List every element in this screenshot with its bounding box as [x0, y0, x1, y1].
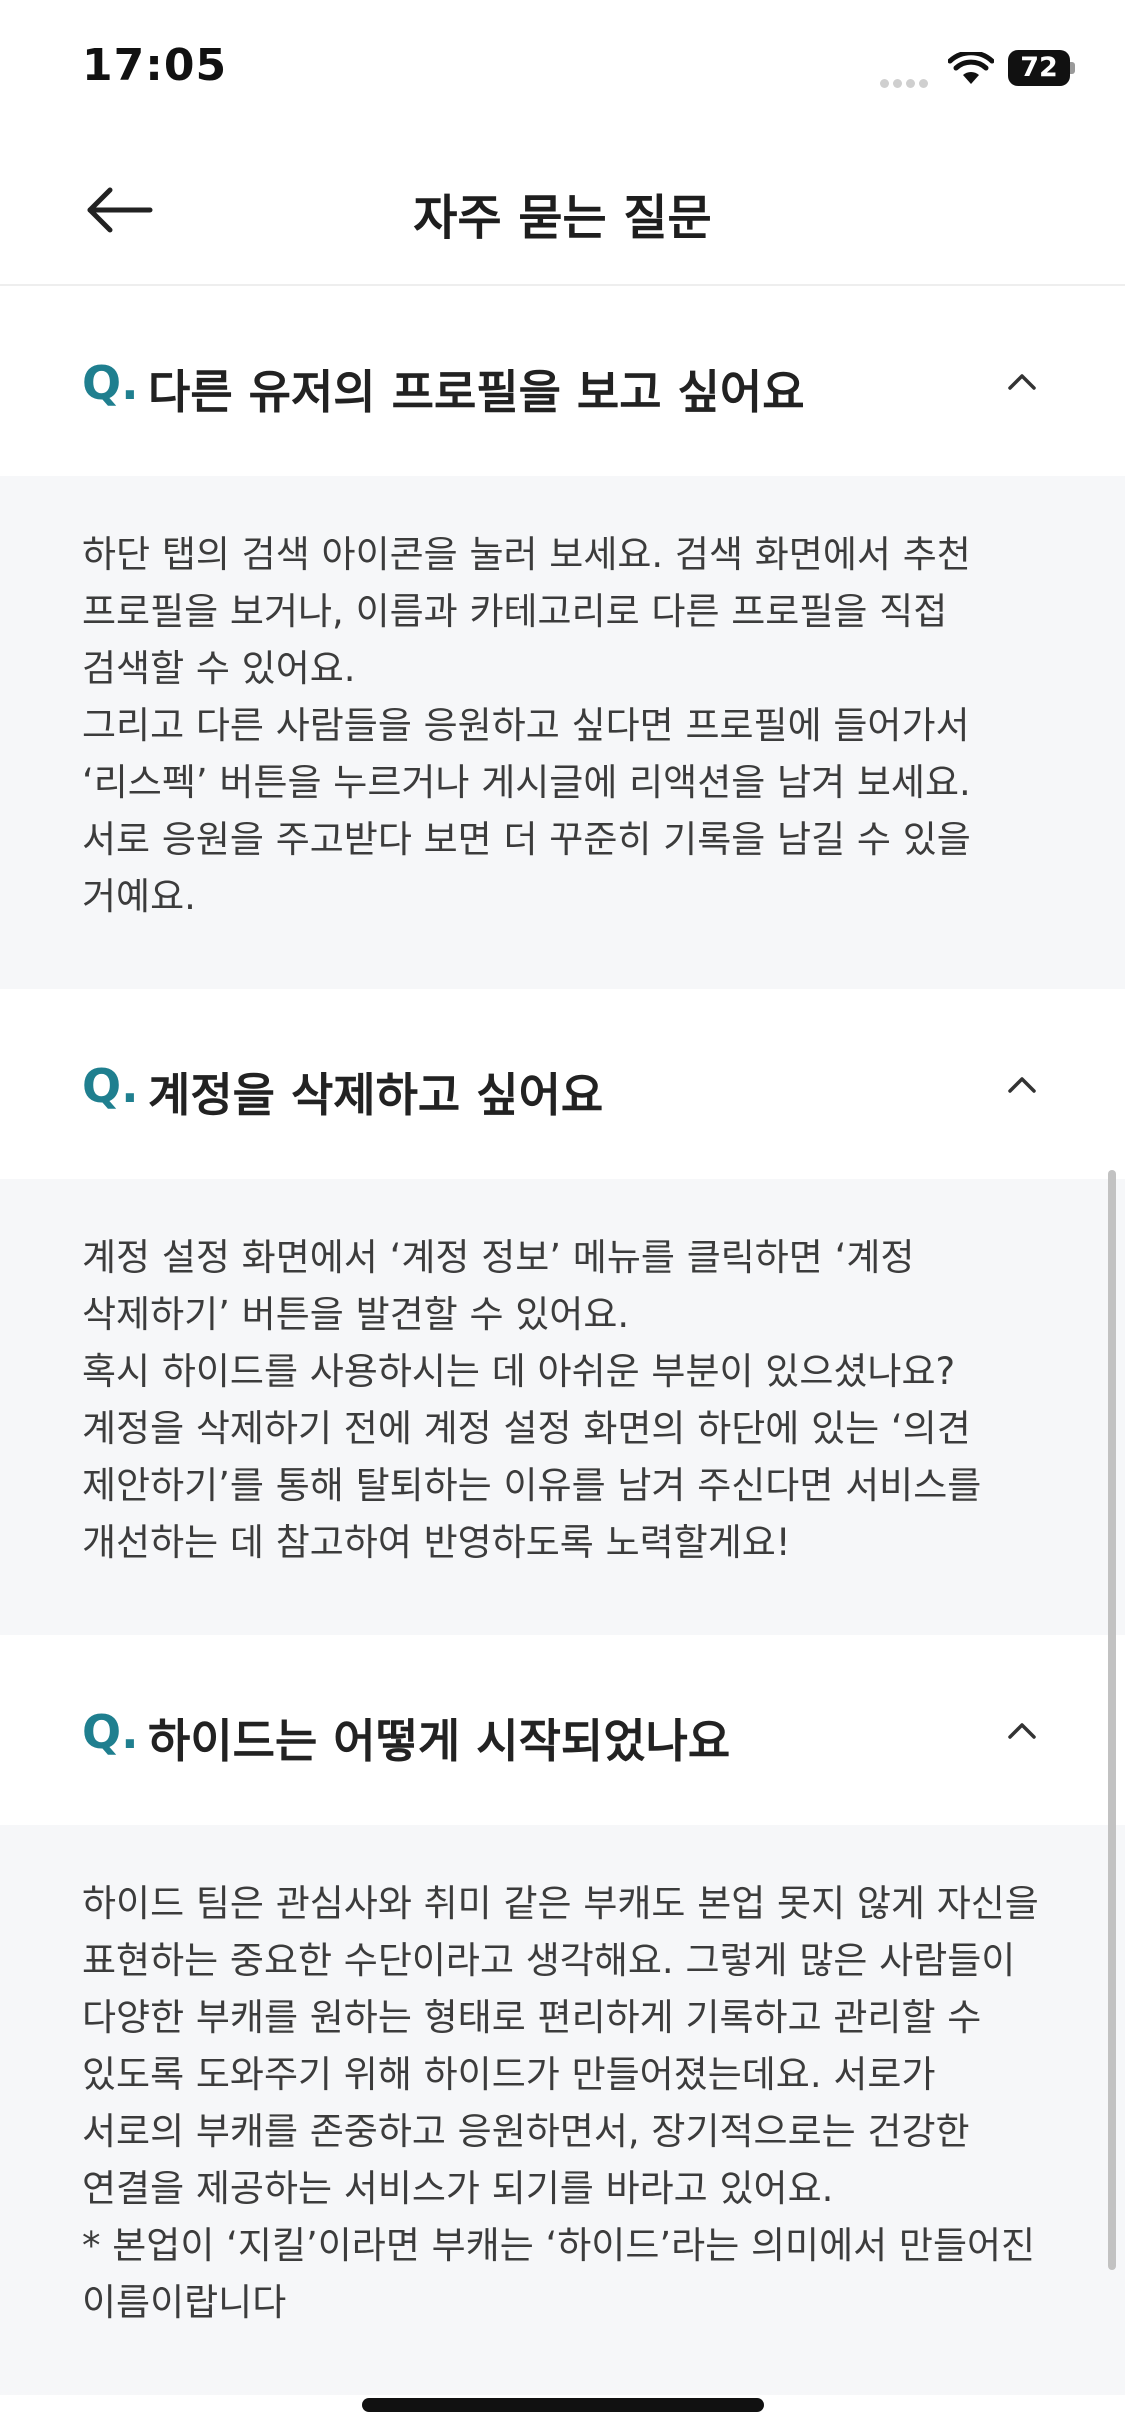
- battery-icon: 72: [1008, 50, 1076, 86]
- answer-text: 계정 설정 화면에서 ‘계정 정보’ 메뉴를 클릭하면 ‘계정 삭제하기’ 버튼…: [0, 1179, 1125, 1635]
- question-text: 계정을 삭제하고 싶어요: [148, 1068, 604, 1122]
- wifi-icon: [948, 52, 994, 84]
- faq-question-header[interactable]: Q. 계정을 삭제하고 싶어요: [0, 989, 1125, 1179]
- chevron-up-icon[interactable]: [1002, 1067, 1042, 1101]
- faq-item: Q. 다른 유저의 프로필을 보고 싶어요 하단 탭의 검색 아이콘을 눌러 보…: [0, 286, 1125, 989]
- faq-question-header[interactable]: Q. 다른 유저의 프로필을 보고 싶어요: [0, 286, 1125, 476]
- faq-item: Q. 하이드는 어떻게 시작되었나요 하이드 팀은 관심사와 취미 같은 부캐도…: [0, 1635, 1125, 2395]
- battery-level: 72: [1008, 50, 1070, 86]
- question-text: 다른 유저의 프로필을 보고 싶어요: [148, 365, 805, 419]
- answer-text: 하이드 팀은 관심사와 취미 같은 부캐도 본업 못지 않게 자신을 표현하는 …: [0, 1825, 1125, 2395]
- status-bar: 17:05 72: [0, 0, 1125, 140]
- question-prefix: Q.: [82, 356, 139, 410]
- faq-item: Q. 계정을 삭제하고 싶어요 계정 설정 화면에서 ‘계정 정보’ 메뉴를 클…: [0, 989, 1125, 1635]
- scrollbar[interactable]: [1108, 1170, 1116, 2270]
- nav-bar: 자주 묻는 질문: [0, 140, 1125, 286]
- question-prefix: Q.: [82, 1059, 139, 1113]
- page-title: 자주 묻는 질문: [413, 190, 712, 246]
- answer-text: 하단 탭의 검색 아이콘을 눌러 보세요. 검색 화면에서 추천 프로필을 보거…: [0, 476, 1125, 989]
- home-indicator[interactable]: [362, 2398, 764, 2412]
- faq-list: Q. 다른 유저의 프로필을 보고 싶어요 하단 탭의 검색 아이콘을 눌러 보…: [0, 286, 1125, 2395]
- question-prefix: Q.: [82, 1705, 139, 1759]
- chevron-up-icon[interactable]: [1002, 1713, 1042, 1747]
- faq-question-header[interactable]: Q. 하이드는 어떻게 시작되었나요: [0, 1635, 1125, 1825]
- status-time: 17:05: [82, 40, 228, 91]
- chevron-up-icon[interactable]: [1002, 364, 1042, 398]
- question-text: 하이드는 어떻게 시작되었나요: [148, 1714, 731, 1768]
- signal-icon: [880, 73, 936, 88]
